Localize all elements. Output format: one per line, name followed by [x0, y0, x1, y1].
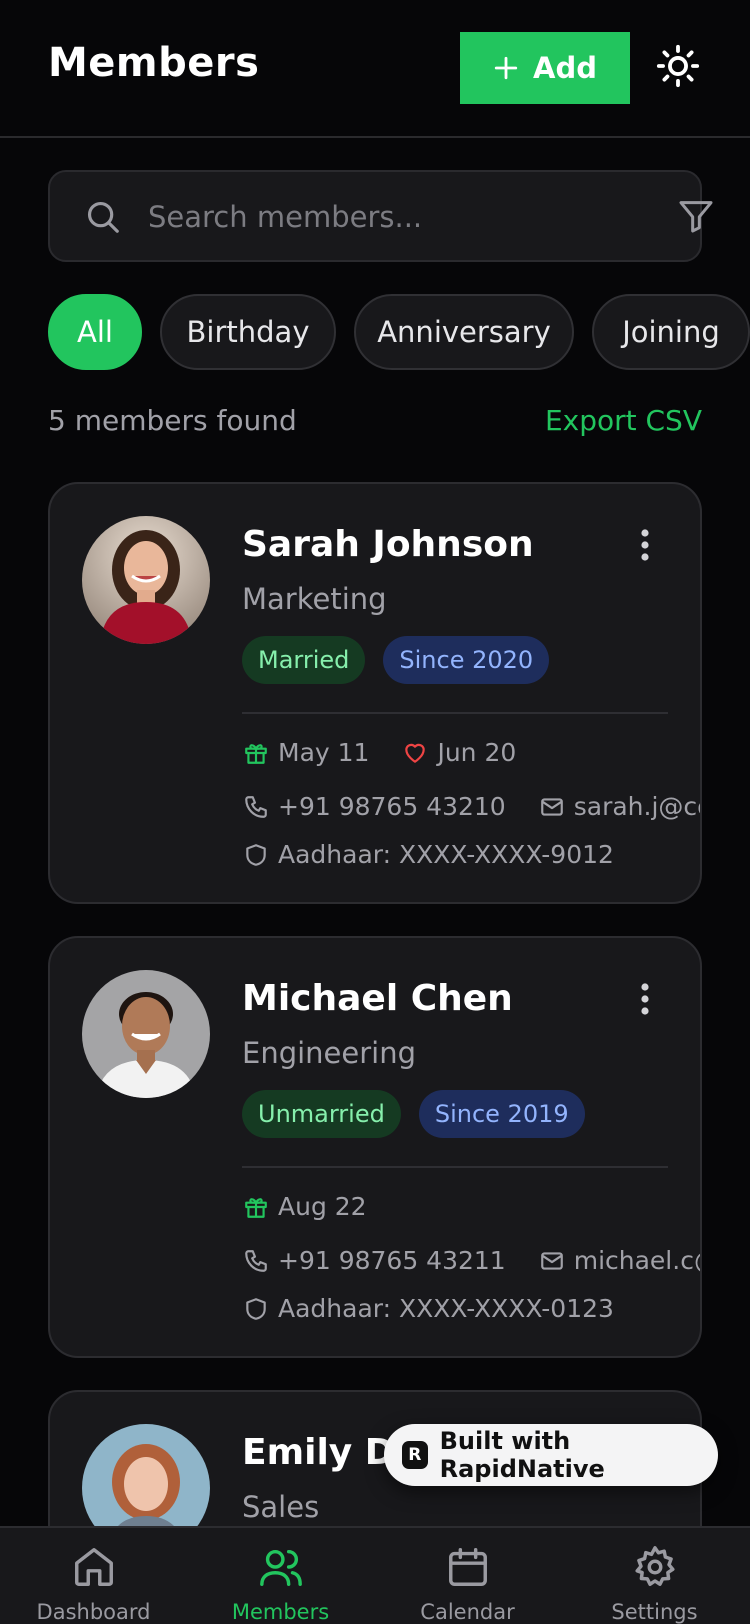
- gift-icon: [242, 739, 270, 767]
- chip-birthday[interactable]: Birthday: [160, 294, 336, 370]
- member-department: Engineering: [242, 1036, 416, 1070]
- member-count: 5 members found: [48, 404, 297, 437]
- tab-label: Calendar: [420, 1600, 515, 1624]
- add-member-button[interactable]: Add: [460, 32, 630, 104]
- mail-icon: [538, 793, 566, 821]
- member-card[interactable]: Sarah Johnson Marketing Married Since 20…: [48, 482, 702, 904]
- since-badge: Since 2019: [418, 1090, 585, 1138]
- app-header: Members Add: [0, 0, 750, 138]
- avatar: [82, 970, 210, 1098]
- search-bar[interactable]: Search members...: [48, 170, 713, 262]
- shield-icon: [242, 841, 270, 869]
- member-aadhaar: Aadhaar: XXXX-XXXX-9012: [278, 840, 614, 869]
- marital-status-badge: Unmarried: [242, 1090, 401, 1138]
- birthday-date: Aug 22: [278, 1192, 367, 1221]
- member-email[interactable]: michael.c@compan: [574, 1246, 700, 1275]
- avatar: [82, 516, 210, 644]
- more-options-icon[interactable]: [640, 982, 650, 1016]
- member-department: Sales: [242, 1490, 320, 1524]
- member-card[interactable]: Michael Chen Engineering Unmarried Since…: [48, 936, 702, 1358]
- shield-icon: [242, 1295, 270, 1323]
- marital-status-badge: Married: [242, 636, 366, 684]
- gift-icon: [242, 1193, 270, 1221]
- filter-icon[interactable]: [676, 196, 716, 236]
- member-name: Sarah Johnson: [242, 524, 534, 565]
- tab-label: Dashboard: [36, 1600, 151, 1624]
- search-icon: [87, 201, 119, 233]
- search-input[interactable]: Search members...: [148, 200, 422, 234]
- page-title: Members: [48, 40, 260, 86]
- chip-joining[interactable]: Joining: [592, 294, 750, 370]
- badge-label: Built with RapidNative: [439, 1427, 605, 1483]
- export-csv-link[interactable]: Export CSV: [545, 404, 702, 437]
- mail-icon: [538, 1247, 566, 1275]
- chip-anniversary[interactable]: Anniversary: [354, 294, 574, 370]
- calendar-icon: [448, 1548, 487, 1586]
- member-name: Michael Chen: [242, 978, 513, 1019]
- phone-icon: [242, 1247, 270, 1275]
- divider: [242, 712, 668, 714]
- anniversary-date: Jun 20: [437, 738, 517, 767]
- users-icon: [259, 1549, 302, 1586]
- gear-icon: [634, 1546, 675, 1586]
- phone-icon: [242, 793, 270, 821]
- bottom-tab-bar: Dashboard Members Calendar Settings: [0, 1526, 750, 1624]
- sun-icon: [656, 44, 700, 88]
- built-with-badge[interactable]: R Built with RapidNative: [384, 1424, 718, 1486]
- divider: [242, 1166, 668, 1168]
- member-department: Marketing: [242, 582, 387, 616]
- plus-icon: [494, 56, 518, 80]
- theme-toggle-button[interactable]: [652, 40, 704, 92]
- chip-all[interactable]: All: [48, 294, 142, 370]
- member-phone[interactable]: +91 98765 43211: [278, 1246, 506, 1275]
- member-phone[interactable]: +91 98765 43210: [278, 792, 506, 821]
- tab-label: Settings: [611, 1600, 698, 1624]
- member-aadhaar: Aadhaar: XXXX-XXXX-0123: [278, 1294, 614, 1323]
- filter-chips: All Birthday Anniversary Joining: [48, 294, 750, 370]
- tab-settings[interactable]: Settings: [561, 1544, 748, 1624]
- more-options-icon[interactable]: [640, 528, 650, 562]
- heart-icon: [401, 739, 429, 767]
- tab-dashboard[interactable]: Dashboard: [0, 1544, 187, 1624]
- tab-calendar[interactable]: Calendar: [374, 1544, 561, 1624]
- add-button-label: Add: [533, 51, 597, 85]
- birthday-date: May 11: [278, 738, 370, 767]
- tab-members[interactable]: Members: [187, 1544, 374, 1624]
- home-icon: [74, 1548, 113, 1586]
- since-badge: Since 2020: [383, 636, 550, 684]
- tab-label: Members: [231, 1600, 330, 1624]
- member-email[interactable]: sarah.j@company.c: [574, 792, 700, 821]
- rapidnative-logo-icon: R: [402, 1441, 428, 1469]
